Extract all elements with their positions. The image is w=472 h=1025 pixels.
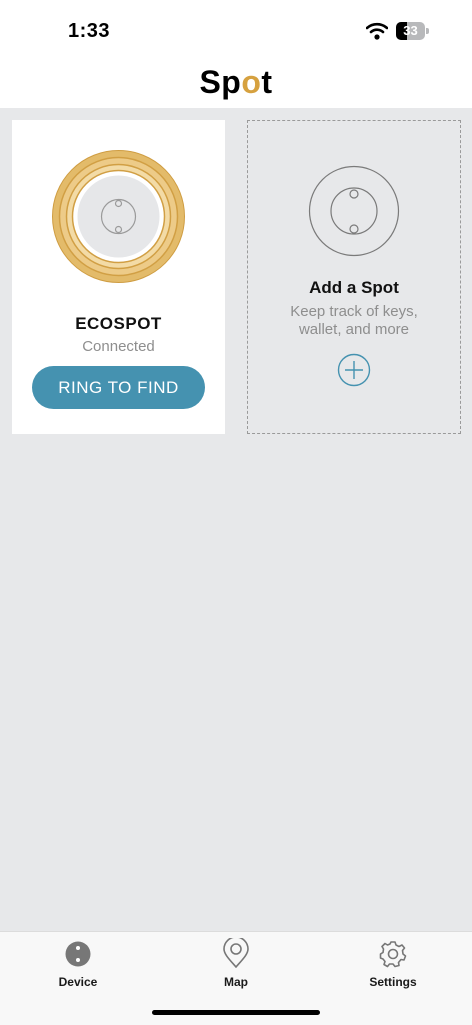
device-status: Connected [82,338,155,355]
spot-outline-icon [308,165,400,257]
status-time: 1:33 [68,20,111,42]
battery-icon: 33 [396,22,429,40]
device-card[interactable]: ECOSPOT Connected RING TO FIND [12,120,225,434]
ecospot-device-icon [52,150,185,283]
app-logo: Spot [199,64,273,100]
tab-settings[interactable]: Settings [333,938,453,989]
home-indicator [152,1010,320,1015]
tab-map-label: Map [224,975,248,989]
wifi-icon [366,22,388,40]
status-bar: 1:33 33 [0,0,472,62]
add-spot-card[interactable]: Add a Spot Keep track of keys, wallet, a… [247,120,461,434]
add-spot-subtitle: Keep track of keys, wallet, and more [290,303,418,338]
device-name: ECOSPOT [75,314,162,333]
map-pin-icon [223,936,249,969]
gear-icon [379,941,407,968]
tab-device[interactable]: Device [18,938,138,989]
ring-to-find-button[interactable]: RING TO FIND [32,366,205,409]
add-spot-title: Add a Spot [309,278,399,297]
tab-device-label: Device [58,975,98,989]
tab-map[interactable]: Map [176,936,296,989]
app-header: Spot [0,62,472,108]
device-icon [65,941,91,967]
battery-level: 33 [403,23,418,38]
tab-settings-label: Settings [369,975,417,989]
add-plus-icon[interactable] [337,353,371,387]
